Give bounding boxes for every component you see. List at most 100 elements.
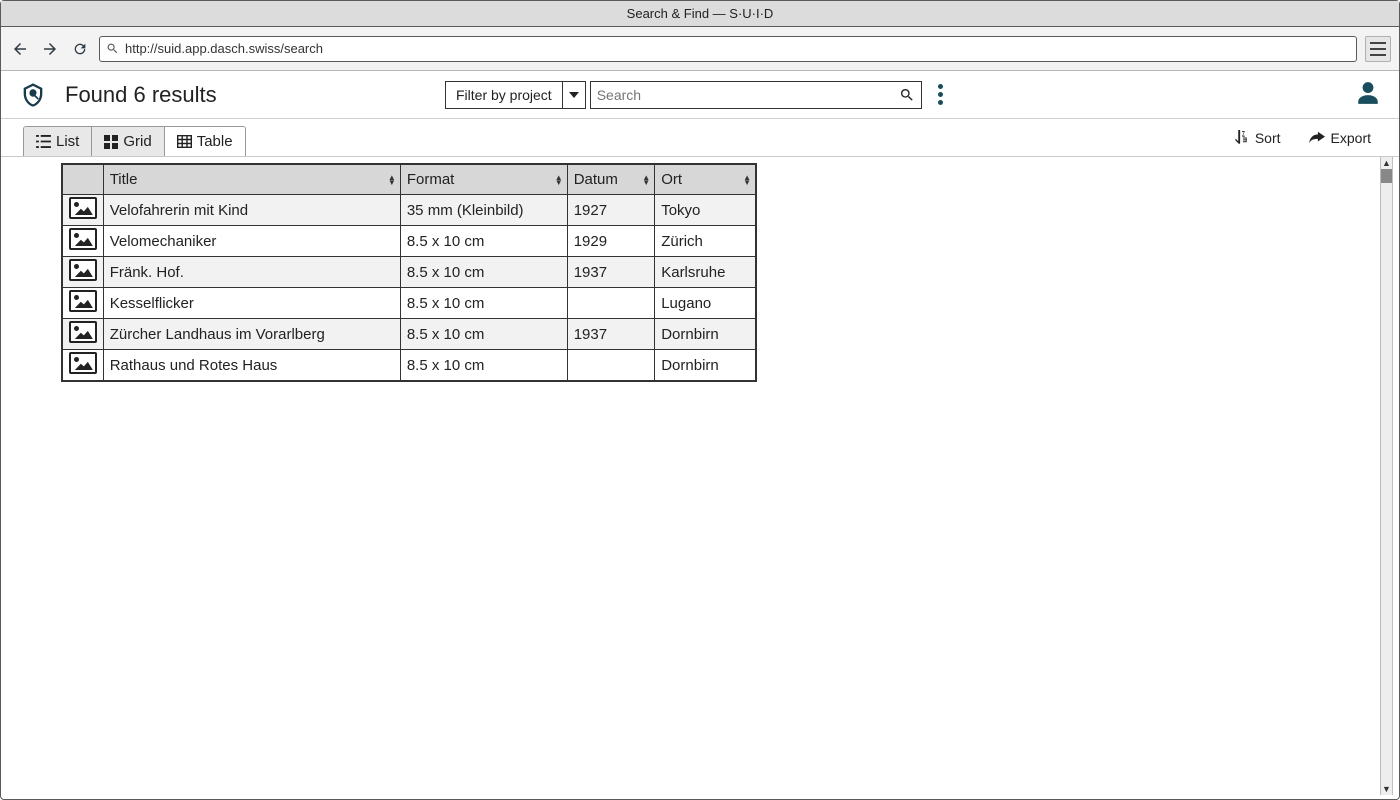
search-input[interactable] — [597, 87, 899, 103]
scrollbar[interactable]: ▲ ▼ — [1380, 157, 1392, 795]
address-bar[interactable]: http://suid.app.dasch.swiss/search — [99, 36, 1357, 62]
grid-icon — [104, 135, 118, 149]
window-title: Search & Find — S·U·I·D — [627, 6, 774, 21]
scroll-thumb[interactable] — [1381, 169, 1392, 183]
tab-table[interactable]: Table — [165, 127, 245, 156]
results-table: Title ▲▼ Format ▲▼ Datum ▲▼ Ort ▲▼ — [62, 164, 756, 381]
sort-caret-icon: ▲▼ — [642, 175, 650, 185]
cell-ort: Zürich — [655, 226, 756, 257]
row-thumbnail[interactable] — [63, 288, 104, 319]
cell-format: 8.5 x 10 cm — [400, 319, 567, 350]
export-button[interactable]: Export — [1309, 130, 1371, 146]
row-thumbnail[interactable] — [63, 195, 104, 226]
sort-button[interactable]: Sort — [1235, 130, 1281, 146]
cell-ort: Dornbirn — [655, 319, 756, 350]
search-options-button[interactable] — [932, 84, 950, 105]
tab-grid-label: Grid — [123, 133, 151, 150]
cell-title: Kesselflicker — [103, 288, 400, 319]
cell-title: Rathaus und Rotes Haus — [103, 350, 400, 381]
cell-ort: Lugano — [655, 288, 756, 319]
table-row[interactable]: Zürcher Landhaus im Vorarlberg8.5 x 10 c… — [63, 319, 756, 350]
list-icon — [36, 135, 51, 148]
col-format[interactable]: Format ▲▼ — [400, 165, 567, 195]
row-thumbnail[interactable] — [63, 226, 104, 257]
hamburger-icon — [1370, 42, 1386, 56]
tab-grid[interactable]: Grid — [92, 127, 164, 156]
cell-datum: 1929 — [567, 226, 655, 257]
cell-format: 35 mm (Kleinbild) — [400, 195, 567, 226]
row-thumbnail[interactable] — [63, 350, 104, 381]
cell-format: 8.5 x 10 cm — [400, 288, 567, 319]
cell-ort: Tokyo — [655, 195, 756, 226]
content-area: ▲ ▼ Title ▲▼ Format ▲▼ — [7, 157, 1393, 795]
image-icon — [69, 352, 97, 374]
tab-list-label: List — [56, 133, 79, 150]
cell-title: Zürcher Landhaus im Vorarlberg — [103, 319, 400, 350]
app-header: Found 6 results Filter by project — [1, 71, 1399, 119]
cell-datum — [567, 288, 655, 319]
table-row[interactable]: Fränk. Hof.8.5 x 10 cm1937Karlsruhe — [63, 257, 756, 288]
user-account-button[interactable] — [1355, 80, 1381, 109]
back-button[interactable] — [9, 38, 31, 60]
results-heading: Found 6 results — [65, 82, 217, 108]
tab-list[interactable]: List — [24, 127, 92, 156]
cell-datum: 1937 — [567, 319, 655, 350]
url-text: http://suid.app.dasch.swiss/search — [125, 41, 1350, 56]
row-thumbnail[interactable] — [63, 257, 104, 288]
col-datum-label: Datum — [574, 171, 618, 188]
results-table-wrap: Title ▲▼ Format ▲▼ Datum ▲▼ Ort ▲▼ — [61, 163, 757, 382]
table-row[interactable]: Rathaus und Rotes Haus8.5 x 10 cmDornbir… — [63, 350, 756, 381]
forward-button[interactable] — [39, 38, 61, 60]
cell-datum: 1927 — [567, 195, 655, 226]
sort-caret-icon: ▲▼ — [743, 175, 751, 185]
search-icon — [106, 42, 119, 55]
search-box[interactable] — [590, 81, 922, 109]
table-row[interactable]: Velomechaniker8.5 x 10 cm1929Zürich — [63, 226, 756, 257]
image-icon — [69, 259, 97, 281]
reload-button[interactable] — [69, 38, 91, 60]
cell-format: 8.5 x 10 cm — [400, 226, 567, 257]
col-ort[interactable]: Ort ▲▼ — [655, 165, 756, 195]
col-title[interactable]: Title ▲▼ — [103, 165, 400, 195]
cell-ort: Dornbirn — [655, 350, 756, 381]
cell-ort: Karlsruhe — [655, 257, 756, 288]
row-thumbnail[interactable] — [63, 319, 104, 350]
caret-down-icon — [563, 82, 585, 108]
export-label: Export — [1331, 130, 1371, 146]
scroll-up-icon: ▲ — [1381, 157, 1392, 169]
table-header-row: Title ▲▼ Format ▲▼ Datum ▲▼ Ort ▲▼ — [63, 165, 756, 195]
table-row[interactable]: Velofahrerin mit Kind35 mm (Kleinbild)19… — [63, 195, 756, 226]
cell-format: 8.5 x 10 cm — [400, 257, 567, 288]
view-tabs: List Grid Table — [23, 126, 246, 156]
image-icon — [69, 197, 97, 219]
image-icon — [69, 321, 97, 343]
project-filter-dropdown[interactable]: Filter by project — [445, 81, 586, 109]
export-icon — [1309, 131, 1325, 145]
table-icon — [177, 135, 192, 148]
col-format-label: Format — [407, 171, 455, 188]
search-icon — [899, 87, 915, 103]
sort-label: Sort — [1255, 130, 1281, 146]
col-ort-label: Ort — [661, 171, 682, 188]
cell-datum — [567, 350, 655, 381]
view-bar: List Grid Table Sort Export — [1, 119, 1399, 157]
cell-datum: 1937 — [567, 257, 655, 288]
col-datum[interactable]: Datum ▲▼ — [567, 165, 655, 195]
col-title-label: Title — [110, 171, 138, 188]
scroll-down-icon: ▼ — [1381, 783, 1392, 795]
app-logo-icon — [19, 81, 47, 109]
cell-title: Fränk. Hof. — [103, 257, 400, 288]
table-row[interactable]: Kesselflicker8.5 x 10 cm Lugano — [63, 288, 756, 319]
browser-toolbar: http://suid.app.dasch.swiss/search — [1, 27, 1399, 71]
tab-table-label: Table — [197, 133, 233, 150]
col-icon[interactable] — [63, 165, 104, 195]
browser-menu-button[interactable] — [1365, 36, 1391, 62]
image-icon — [69, 290, 97, 312]
cell-title: Velofahrerin mit Kind — [103, 195, 400, 226]
project-filter-label: Filter by project — [446, 82, 563, 108]
sort-caret-icon: ▲▼ — [388, 175, 396, 185]
cell-title: Velomechaniker — [103, 226, 400, 257]
sort-caret-icon: ▲▼ — [555, 175, 563, 185]
image-icon — [69, 228, 97, 250]
sort-icon — [1235, 130, 1249, 145]
